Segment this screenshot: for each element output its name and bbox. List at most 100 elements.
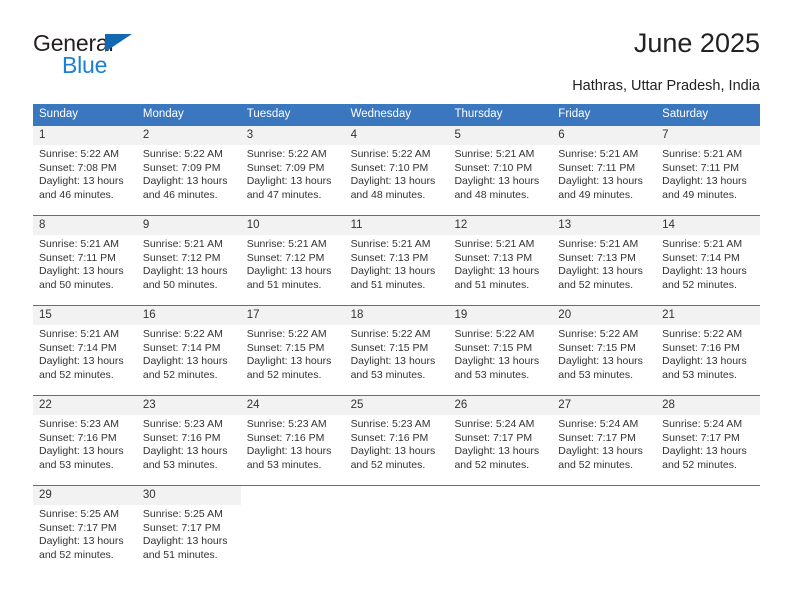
day-number: 30	[142, 489, 156, 501]
day-info: Sunrise: 5:25 AM Sunset: 7:17 PM Dayligh…	[137, 505, 241, 562]
day-cell[interactable]: 22 Sunrise: 5:23 AM Sunset: 7:16 PM Dayl…	[33, 396, 137, 485]
day-number: 4	[350, 129, 357, 141]
sunset-text: Sunset: 7:16 PM	[142, 431, 221, 444]
day-cell[interactable]: 16 Sunrise: 5:22 AM Sunset: 7:14 PM Dayl…	[136, 306, 241, 395]
daylight-text-line1: Daylight: 13 hours	[454, 445, 540, 458]
weekday-header-friday: Friday	[558, 108, 591, 120]
daylight-text-line2: and 49 minutes.	[662, 188, 737, 201]
daylight-text-line1: Daylight: 13 hours	[350, 445, 436, 458]
daylight-text-line2: and 53 minutes.	[246, 458, 322, 471]
day-cell[interactable]: 20 Sunrise: 5:22 AM Sunset: 7:15 PM Dayl…	[552, 306, 657, 395]
day-number: 2	[142, 129, 150, 141]
day-number-band: 1	[33, 126, 137, 145]
day-info: Sunrise: 5:23 AM Sunset: 7:16 PM Dayligh…	[137, 415, 241, 472]
weekday-header-sunday: Sunday	[39, 108, 79, 120]
day-cell[interactable]: 14 Sunrise: 5:21 AM Sunset: 7:14 PM Dayl…	[656, 216, 761, 305]
daylight-text-line1: Daylight: 13 hours	[350, 175, 436, 188]
day-cell[interactable]: 11 Sunrise: 5:21 AM Sunset: 7:13 PM Dayl…	[344, 216, 449, 305]
day-number-band: 7	[656, 126, 761, 145]
daylight-text-line2: and 47 minutes.	[246, 188, 322, 201]
daylight-text-line2: and 51 minutes.	[246, 278, 322, 291]
page-title: June 2025	[633, 28, 760, 58]
sunrise-text: Sunrise: 5:25 AM	[142, 508, 223, 520]
sunrise-text: Sunrise: 5:21 AM	[558, 148, 639, 160]
day-cell[interactable]: 2 Sunrise: 5:22 AM Sunset: 7:09 PM Dayli…	[136, 126, 241, 215]
daylight-text-line2: and 46 minutes.	[142, 188, 218, 201]
day-cell[interactable]: 17 Sunrise: 5:22 AM Sunset: 7:15 PM Dayl…	[240, 306, 345, 395]
daylight-text-line2: and 52 minutes.	[39, 368, 114, 381]
day-number-band	[345, 486, 449, 505]
sunrise-text: Sunrise: 5:22 AM	[39, 148, 119, 160]
day-number-band: 23	[136, 396, 241, 415]
sunset-text: Sunset: 7:10 PM	[454, 161, 533, 174]
sunrise-text: Sunrise: 5:25 AM	[39, 508, 119, 520]
day-number: 1	[39, 129, 46, 141]
day-cell[interactable]: 29 Sunrise: 5:25 AM Sunset: 7:17 PM Dayl…	[33, 486, 137, 574]
day-cell[interactable]: 25 Sunrise: 5:23 AM Sunset: 7:16 PM Dayl…	[344, 396, 449, 485]
daylight-text-line2: and 53 minutes.	[39, 458, 114, 471]
day-number: 23	[142, 399, 156, 411]
daylight-text-line1: Daylight: 13 hours	[350, 355, 436, 368]
day-info: Sunrise: 5:21 AM Sunset: 7:10 PM Dayligh…	[448, 145, 552, 202]
day-number: 7	[662, 129, 669, 141]
day-info: Sunrise: 5:23 AM Sunset: 7:16 PM Dayligh…	[345, 415, 449, 472]
sunrise-text: Sunrise: 5:22 AM	[142, 148, 223, 160]
day-cell[interactable]: 4 Sunrise: 5:22 AM Sunset: 7:10 PM Dayli…	[344, 126, 449, 215]
day-cell[interactable]: 26 Sunrise: 5:24 AM Sunset: 7:17 PM Dayl…	[448, 396, 553, 485]
day-info: Sunrise: 5:21 AM Sunset: 7:12 PM Dayligh…	[137, 235, 241, 292]
daylight-text-line1: Daylight: 13 hours	[662, 355, 747, 368]
day-cell[interactable]: 10 Sunrise: 5:21 AM Sunset: 7:12 PM Dayl…	[240, 216, 345, 305]
sunset-text: Sunset: 7:11 PM	[662, 161, 740, 174]
day-number: 22	[39, 399, 52, 411]
day-number-band: 24	[240, 396, 345, 415]
sunrise-text: Sunrise: 5:22 AM	[142, 328, 223, 340]
daylight-text-line2: and 52 minutes.	[662, 278, 737, 291]
daylight-text-line2: and 50 minutes.	[39, 278, 114, 291]
sunrise-text: Sunrise: 5:24 AM	[454, 418, 535, 430]
daylight-text-line1: Daylight: 13 hours	[246, 175, 332, 188]
day-info: Sunrise: 5:22 AM Sunset: 7:15 PM Dayligh…	[345, 325, 449, 382]
daylight-text-line2: and 52 minutes.	[558, 458, 634, 471]
day-cell[interactable]: 12 Sunrise: 5:21 AM Sunset: 7:13 PM Dayl…	[448, 216, 553, 305]
weekday-header-row: Sunday Monday Tuesday Wednesday Thursday…	[33, 104, 760, 125]
day-cell[interactable]: 13 Sunrise: 5:21 AM Sunset: 7:13 PM Dayl…	[552, 216, 657, 305]
day-number: 26	[454, 399, 468, 411]
day-cell[interactable]: 9 Sunrise: 5:21 AM Sunset: 7:12 PM Dayli…	[136, 216, 241, 305]
day-number-band: 8	[33, 216, 137, 235]
day-number: 15	[39, 309, 52, 321]
sunset-text: Sunset: 7:13 PM	[454, 251, 533, 264]
sunrise-text: Sunrise: 5:22 AM	[246, 328, 327, 340]
generalblue-logo[interactable]: General Blue	[33, 30, 153, 82]
day-info: Sunrise: 5:22 AM Sunset: 7:16 PM Dayligh…	[656, 325, 760, 382]
day-cell[interactable]: 23 Sunrise: 5:23 AM Sunset: 7:16 PM Dayl…	[136, 396, 241, 485]
daylight-text-line1: Daylight: 13 hours	[662, 265, 747, 278]
daylight-text-line1: Daylight: 13 hours	[454, 265, 540, 278]
day-number: 10	[246, 219, 260, 231]
day-cell[interactable]: 1 Sunrise: 5:22 AM Sunset: 7:08 PM Dayli…	[33, 126, 137, 215]
day-cell[interactable]: 21 Sunrise: 5:22 AM Sunset: 7:16 PM Dayl…	[656, 306, 761, 395]
sunset-text: Sunset: 7:16 PM	[39, 431, 117, 444]
calendar-page: General Blue June 2025 Hathras, Uttar Pr…	[0, 0, 792, 612]
sunrise-text: Sunrise: 5:23 AM	[350, 418, 431, 430]
day-cell[interactable]: 3 Sunrise: 5:22 AM Sunset: 7:09 PM Dayli…	[240, 126, 345, 215]
daylight-text-line1: Daylight: 13 hours	[558, 445, 643, 458]
daylight-text-line2: and 46 minutes.	[39, 188, 114, 201]
day-cell[interactable]: 27 Sunrise: 5:24 AM Sunset: 7:17 PM Dayl…	[552, 396, 657, 485]
day-number-band: 5	[448, 126, 553, 145]
day-cell[interactable]: 19 Sunrise: 5:22 AM Sunset: 7:15 PM Dayl…	[448, 306, 553, 395]
day-cell[interactable]: 15 Sunrise: 5:21 AM Sunset: 7:14 PM Dayl…	[33, 306, 137, 395]
day-cell[interactable]: 6 Sunrise: 5:21 AM Sunset: 7:11 PM Dayli…	[552, 126, 657, 215]
day-cell[interactable]: 28 Sunrise: 5:24 AM Sunset: 7:17 PM Dayl…	[656, 396, 761, 485]
day-cell[interactable]: 5 Sunrise: 5:21 AM Sunset: 7:10 PM Dayli…	[448, 126, 553, 215]
day-number: 29	[39, 489, 52, 501]
day-cell[interactable]: 8 Sunrise: 5:21 AM Sunset: 7:11 PM Dayli…	[33, 216, 137, 305]
day-cell[interactable]: 7 Sunrise: 5:21 AM Sunset: 7:11 PM Dayli…	[656, 126, 761, 215]
daylight-text-line2: and 52 minutes.	[662, 458, 737, 471]
day-cell[interactable]: 18 Sunrise: 5:22 AM Sunset: 7:15 PM Dayl…	[344, 306, 449, 395]
day-number: 17	[246, 309, 260, 321]
day-number: 25	[350, 399, 364, 411]
day-cell[interactable]: 24 Sunrise: 5:23 AM Sunset: 7:16 PM Dayl…	[240, 396, 345, 485]
day-info: Sunrise: 5:24 AM Sunset: 7:17 PM Dayligh…	[656, 415, 760, 472]
day-cell[interactable]: 30 Sunrise: 5:25 AM Sunset: 7:17 PM Dayl…	[136, 486, 241, 574]
day-number-band: 21	[656, 306, 761, 325]
